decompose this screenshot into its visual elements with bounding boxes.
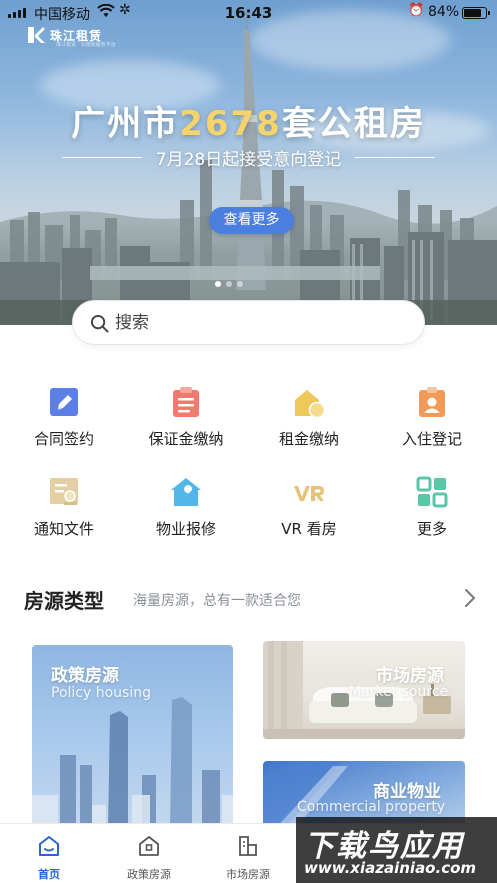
home-icon	[39, 836, 59, 856]
sync-spinner-icon: ✲	[119, 2, 131, 18]
banner-title-suffix: 套公租房	[281, 104, 426, 144]
view-more-button[interactable]: 查看更多	[209, 207, 294, 234]
menu-label: VR 看房	[281, 520, 337, 538]
banner-subtitle: 7月28日起接受意向登记	[155, 150, 342, 170]
carousel-dot-3[interactable]	[237, 281, 243, 287]
policy-house-icon	[139, 836, 159, 856]
divider-line-left	[61, 157, 142, 158]
menu-label: 合同签约	[33, 430, 94, 448]
cellular-signal-icon	[8, 8, 26, 18]
menu-item-vr[interactable]: VR 看房	[254, 475, 364, 539]
market-card-subtitle: Market source	[349, 684, 449, 700]
menu-label: 入住登记	[401, 430, 462, 448]
wifi-icon	[97, 3, 115, 22]
menu-item-rent[interactable]: 租金缴纳	[254, 385, 364, 449]
vr-icon	[292, 475, 326, 509]
carousel-dot-2[interactable]	[226, 281, 232, 287]
menu-label: 更多	[416, 520, 447, 538]
commercial-card-subtitle: Commercial property	[297, 799, 446, 815]
tab-market-housing[interactable]: 市场房源	[208, 834, 288, 882]
menu-item-repair[interactable]: 物业报修	[131, 475, 241, 539]
tab-label: 市场房源	[226, 868, 270, 881]
status-bar: 中国移动 ✲ 16:43 ⏰ 84%	[0, 0, 497, 26]
banner-title: 广州市2678套公租房	[0, 96, 497, 145]
section-title: 房源类型	[24, 589, 104, 613]
section-description: 海量房源，总有一款适合您	[133, 593, 301, 609]
search-input[interactable]	[115, 311, 405, 335]
tab-policy-housing[interactable]: 政策房源	[109, 834, 189, 882]
menu-item-deposit[interactable]: 保证金缴纳	[131, 385, 241, 449]
tab-label: 政策房源	[127, 868, 171, 881]
pen-contract-icon	[47, 385, 81, 419]
market-housing-card[interactable]: 市场房源 Market source	[263, 641, 465, 739]
battery-percentage: 84%	[428, 4, 460, 20]
download-site-watermark: 下载鸟应用 www.xiazainiao.com	[296, 817, 497, 883]
menu-item-notice[interactable]: 通知文件	[9, 475, 119, 539]
menu-item-contract[interactable]: 合同签约	[9, 385, 119, 449]
menu-label: 物业报修	[155, 520, 216, 538]
policy-card-subtitle: Policy housing	[51, 685, 151, 701]
brand-logo: 珠江租赁 珠江租赁 · 公租房服务平台	[26, 26, 116, 48]
banner-subtitle-row: 7月28日起接受意向登记	[0, 145, 497, 170]
tab-label: 首页	[38, 868, 60, 881]
alarm-icon: ⏰	[408, 3, 425, 18]
menu-label: 保证金缴纳	[148, 430, 224, 448]
carrier-label: 中国移动	[34, 7, 90, 23]
market-card-title: 市场房源	[376, 666, 444, 686]
banner-title-number: 2678	[179, 104, 282, 144]
policy-housing-card[interactable]: 政策房源 Policy housing	[32, 645, 233, 830]
grid-more-icon	[415, 475, 449, 509]
tab-home[interactable]: 首页	[9, 834, 89, 882]
notice-document-icon	[47, 475, 81, 509]
house-wrench-icon	[169, 475, 203, 509]
banner-title-prefix: 广州市	[71, 104, 180, 144]
menu-label: 通知文件	[33, 520, 94, 538]
id-badge-icon	[415, 385, 449, 419]
clipboard-icon	[169, 385, 203, 419]
menu-item-more[interactable]: 更多	[377, 475, 487, 539]
market-building-icon	[239, 836, 257, 856]
menu-label: 租金缴纳	[278, 430, 339, 448]
menu-item-checkin[interactable]: 入住登记	[377, 385, 487, 449]
search-bar[interactable]	[72, 300, 425, 345]
carousel-indicator[interactable]	[215, 281, 243, 287]
hero-banner[interactable]: 中国移动 ✲ 16:43 ⏰ 84% 珠江租赁 珠江租赁 · 公租房服务平台 广…	[0, 0, 497, 325]
chevron-right-icon[interactable]	[464, 588, 476, 608]
housing-type-section-header[interactable]: 房源类型 海量房源，总有一款适合您	[24, 585, 476, 613]
brand-tagline: 珠江租赁 · 公租房服务平台	[56, 42, 116, 48]
policy-card-title: 政策房源	[51, 666, 119, 686]
battery-icon	[462, 7, 490, 19]
search-icon	[90, 314, 109, 333]
house-coin-icon	[292, 385, 326, 419]
carousel-dot-1[interactable]	[215, 281, 221, 287]
watermark-url: www.xiazainiao.com	[304, 859, 477, 877]
divider-line-right	[355, 157, 436, 158]
brand-mark-icon	[28, 27, 45, 43]
